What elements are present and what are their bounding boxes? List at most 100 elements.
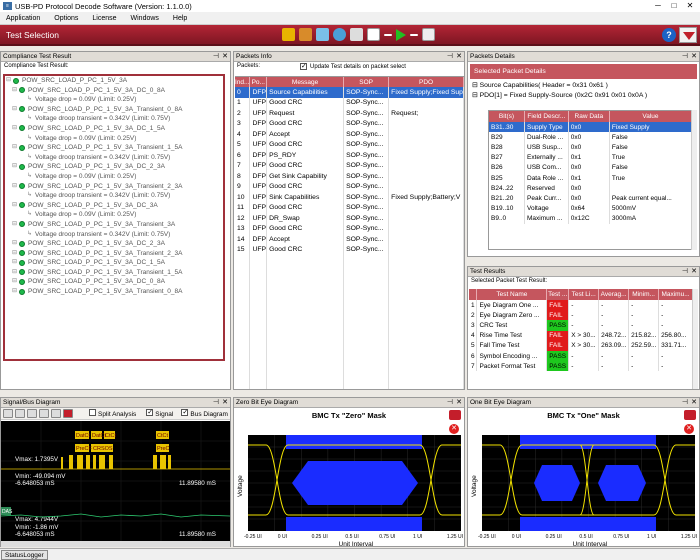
details-row[interactable]: B28 USB Susp... 0x0 False bbox=[489, 142, 692, 153]
tree-expand-icon[interactable]: ⊟ bbox=[12, 162, 17, 172]
zoom-fit-icon[interactable] bbox=[39, 409, 49, 418]
tree-expand-icon[interactable]: ⊟ bbox=[12, 277, 17, 287]
tree-result-item[interactable]: ↳ Voltage droop transient = 0.342V (Limit… bbox=[5, 114, 223, 124]
tree-expand-icon[interactable]: ⊟ bbox=[12, 143, 17, 153]
pin-icon[interactable]: ⊣ bbox=[447, 52, 453, 62]
database-icon[interactable] bbox=[316, 28, 329, 41]
tree-result-item[interactable]: ↳ Voltage droop transient = 0.342V (Limit… bbox=[5, 230, 223, 240]
eye-zero-plot[interactable]: -0.25 UI 0 UI 0.25 UI 0.5 UI 0.75 UI 1 UI 1.25… bbox=[234, 398, 466, 548]
report-icon[interactable] bbox=[422, 28, 435, 41]
eye-one-plot[interactable]: -0.25 UI 0 UI 0.25 UI 0.5 UI 0.75 UI 1 UI 1.25… bbox=[468, 398, 700, 548]
tests-column-header[interactable]: Minim... bbox=[628, 289, 660, 300]
zoom-in-icon[interactable] bbox=[15, 409, 25, 418]
tests-column-header[interactable] bbox=[469, 289, 478, 300]
menu-windows[interactable]: Windows bbox=[131, 15, 159, 22]
maximize-button[interactable]: □ bbox=[666, 0, 682, 11]
details-column-header[interactable]: Field Descr... bbox=[524, 111, 569, 122]
menu-application[interactable]: Application bbox=[6, 15, 40, 22]
details-line-2[interactable]: ⊟ PDO[1] = Fixed Supply-Source (0x2C 0x9… bbox=[468, 91, 699, 101]
packet-row[interactable]: 15 UFP Good CRC SOP-Sync... bbox=[235, 244, 464, 255]
tree-test-item[interactable]: ⊟ POW_SRC_LOAD_P_PC_1_5V_3A_DC_2_3A bbox=[5, 162, 223, 172]
details-column-header[interactable]: Raw Data bbox=[568, 111, 610, 122]
packets-column-header[interactable]: Po... bbox=[249, 77, 268, 87]
packet-row[interactable]: 9 UFP Good CRC SOP-Sync... bbox=[235, 181, 464, 192]
load-icon[interactable] bbox=[299, 28, 312, 41]
details-column-header[interactable]: Value bbox=[609, 111, 692, 122]
bus-diagram-checkbox[interactable]: Bus Diagram bbox=[181, 408, 228, 418]
tree-test-item[interactable]: ⊟ POW_SRC_LOAD_P_PC_1_5V_3A_Transient_2_3… bbox=[5, 182, 223, 192]
tree-result-item[interactable]: ↳ Voltage drop = 0.09V (Limit: 0.25V) bbox=[5, 172, 223, 182]
details-row[interactable]: B9..0 Maximum ... 0x12C 3000mA bbox=[489, 213, 692, 224]
details-line-1[interactable]: ⊟ Source Capabilities( Header = 0x31 0x6… bbox=[468, 81, 699, 91]
test-result-row[interactable]: 2 Eye Diagram Zero ... FAIL - - - - bbox=[469, 310, 693, 321]
tree-test-item[interactable]: ⊟ POW_SRC_LOAD_P_PC_1_5V_3A bbox=[5, 76, 223, 86]
settings-icon[interactable] bbox=[333, 28, 346, 41]
minimize-button[interactable]: ─ bbox=[650, 0, 666, 11]
packet-row[interactable]: 7 UFP Good CRC SOP-Sync... bbox=[235, 160, 464, 171]
close-panel-icon[interactable]: ✕ bbox=[456, 52, 462, 62]
tree-expand-icon[interactable]: ⊟ bbox=[6, 76, 11, 86]
tests-scrollbar[interactable] bbox=[692, 289, 698, 389]
tree-result-item[interactable]: ↳ Voltage drop = 0.09V (Limit: 0.25V) bbox=[5, 95, 223, 105]
zoom-out-icon[interactable] bbox=[27, 409, 37, 418]
packets-column-header[interactable]: Ind... bbox=[235, 77, 251, 87]
details-row[interactable]: B26 USB Com... 0x0 False bbox=[489, 162, 692, 173]
test-result-row[interactable]: 5 Fall Time Test FAIL X > 30... 263.09... 252… bbox=[469, 340, 693, 351]
packets-column-header[interactable]: PDO bbox=[388, 77, 464, 87]
menu-help[interactable]: Help bbox=[173, 15, 187, 22]
pin-icon[interactable]: ⊣ bbox=[213, 398, 219, 408]
packet-row[interactable]: 8 DFP Get Sink Capability SOP-Sync... bbox=[235, 171, 464, 182]
tree-test-item[interactable]: ⊟ POW_SRC_LOAD_P_PC_1_5V_3A_DC_1_5A bbox=[5, 124, 223, 134]
tree-result-item[interactable]: ↳ Voltage droop transient = 0.342V (Limit… bbox=[5, 153, 223, 163]
details-row[interactable]: B24..22 Reserved 0x0 bbox=[489, 183, 692, 194]
tree-expand-icon[interactable]: ⊟ bbox=[12, 287, 17, 297]
packet-row[interactable]: 12 UFP DR_Swap SOP-Sync... bbox=[235, 213, 464, 224]
tree-test-item[interactable]: ⊟ POW_SRC_LOAD_P_PC_1_5V_3A_Transient_1_5… bbox=[5, 143, 223, 153]
pin-icon[interactable]: ⊣ bbox=[682, 52, 688, 62]
packets-column-header[interactable]: Message bbox=[266, 77, 345, 87]
signal-plot[interactable]: DatCt DatCt CtCt CtCt PreCF CRSOS PreC V… bbox=[1, 421, 230, 547]
update-details-checkbox[interactable]: ✓ Update Test details on packet select bbox=[300, 63, 406, 70]
test-result-row[interactable]: 7 Packet Format Test PASS - - - - bbox=[469, 361, 693, 372]
tree-test-item[interactable]: ⊟ POW_SRC_LOAD_P_PC_1_5V_3A_DC_1_5A bbox=[5, 258, 223, 268]
tree-result-item[interactable]: ↳ Voltage droop transient = 0.342V (Limit… bbox=[5, 191, 223, 201]
tree-expand-icon[interactable]: ⊟ bbox=[12, 220, 17, 230]
tree-test-item[interactable]: ⊟ POW_SRC_LOAD_P_PC_1_5V_3A_DC_2_3A bbox=[5, 239, 223, 249]
packet-row[interactable]: 5 UFP Good CRC SOP-Sync... bbox=[235, 139, 464, 150]
tests-column-header[interactable]: Test Li... bbox=[568, 289, 600, 300]
help-icon[interactable]: ? bbox=[662, 28, 676, 42]
packet-row[interactable]: 11 DFP Good CRC SOP-Sync... bbox=[235, 202, 464, 213]
details-scrollbar[interactable] bbox=[691, 110, 697, 250]
packet-row[interactable]: 10 UFP Sink Capabilities SOP-Sync... Fixed S… bbox=[235, 192, 464, 203]
tree-test-item[interactable]: ⊟ POW_SRC_LOAD_P_PC_1_5V_3A_DC_3A bbox=[5, 201, 223, 211]
tree-expand-icon[interactable]: ⊟ bbox=[12, 249, 17, 259]
menu-license[interactable]: License bbox=[92, 15, 116, 22]
packet-row[interactable]: 2 UFP Request SOP-Sync... Request; bbox=[235, 108, 464, 119]
test-result-row[interactable]: 4 Rise Time Test FAIL X > 30... 248.72... 215… bbox=[469, 330, 693, 341]
tests-column-header[interactable]: Test Name bbox=[476, 289, 548, 300]
test-result-row[interactable]: 6 Symbol Encoding ... PASS - - - - bbox=[469, 350, 693, 362]
tests-column-header[interactable]: Test ... bbox=[546, 289, 570, 300]
run-icon[interactable] bbox=[396, 28, 406, 41]
test-result-row[interactable]: 3 CRC Test PASS - - - - bbox=[469, 320, 693, 331]
details-column-header[interactable]: Bit(s) bbox=[489, 111, 525, 122]
tests-column-header[interactable]: Averag... bbox=[598, 289, 630, 300]
tree-test-item[interactable]: ⊟ POW_SRC_LOAD_P_PC_1_5V_3A_DC_0_8A bbox=[5, 86, 223, 96]
packet-row[interactable]: 0 DFP Source Capabilities SOP-Sync... Fixed … bbox=[235, 87, 464, 98]
compliance-tree[interactable]: ⊟ POW_SRC_LOAD_P_PC_1_5V_3A ⊟ POW_SRC_LOAD_… bbox=[3, 74, 225, 361]
packets-column-header[interactable]: SOP bbox=[343, 77, 390, 87]
tree-expand-icon[interactable]: ⊟ bbox=[12, 182, 17, 192]
pan-hand-icon[interactable] bbox=[3, 409, 13, 418]
packet-row[interactable]: 13 DFP Good CRC SOP-Sync... bbox=[235, 223, 464, 234]
split-analysis-checkbox[interactable]: Split Analysis bbox=[89, 409, 136, 418]
details-row[interactable]: B29 Dual-Role ... 0x0 False bbox=[489, 132, 692, 143]
close-button[interactable]: ✕ bbox=[682, 0, 698, 11]
details-row[interactable]: B31..30 Supply Type 0x0 Fixed Supply bbox=[489, 122, 692, 133]
close-panel-icon[interactable]: ✕ bbox=[691, 52, 697, 62]
tree-result-item[interactable]: ↳ Voltage drop = 0.09V (Limit: 0.25V) bbox=[5, 210, 223, 220]
tree-result-item[interactable]: ↳ Voltage drop = 0.09V (Limit: 0.25V) bbox=[5, 134, 223, 144]
document-icon[interactable] bbox=[367, 28, 380, 41]
close-panel-icon[interactable]: ✕ bbox=[691, 267, 697, 277]
message-icon[interactable] bbox=[350, 28, 363, 41]
details-row[interactable]: B25 Data Role ... 0x1 True bbox=[489, 172, 692, 184]
